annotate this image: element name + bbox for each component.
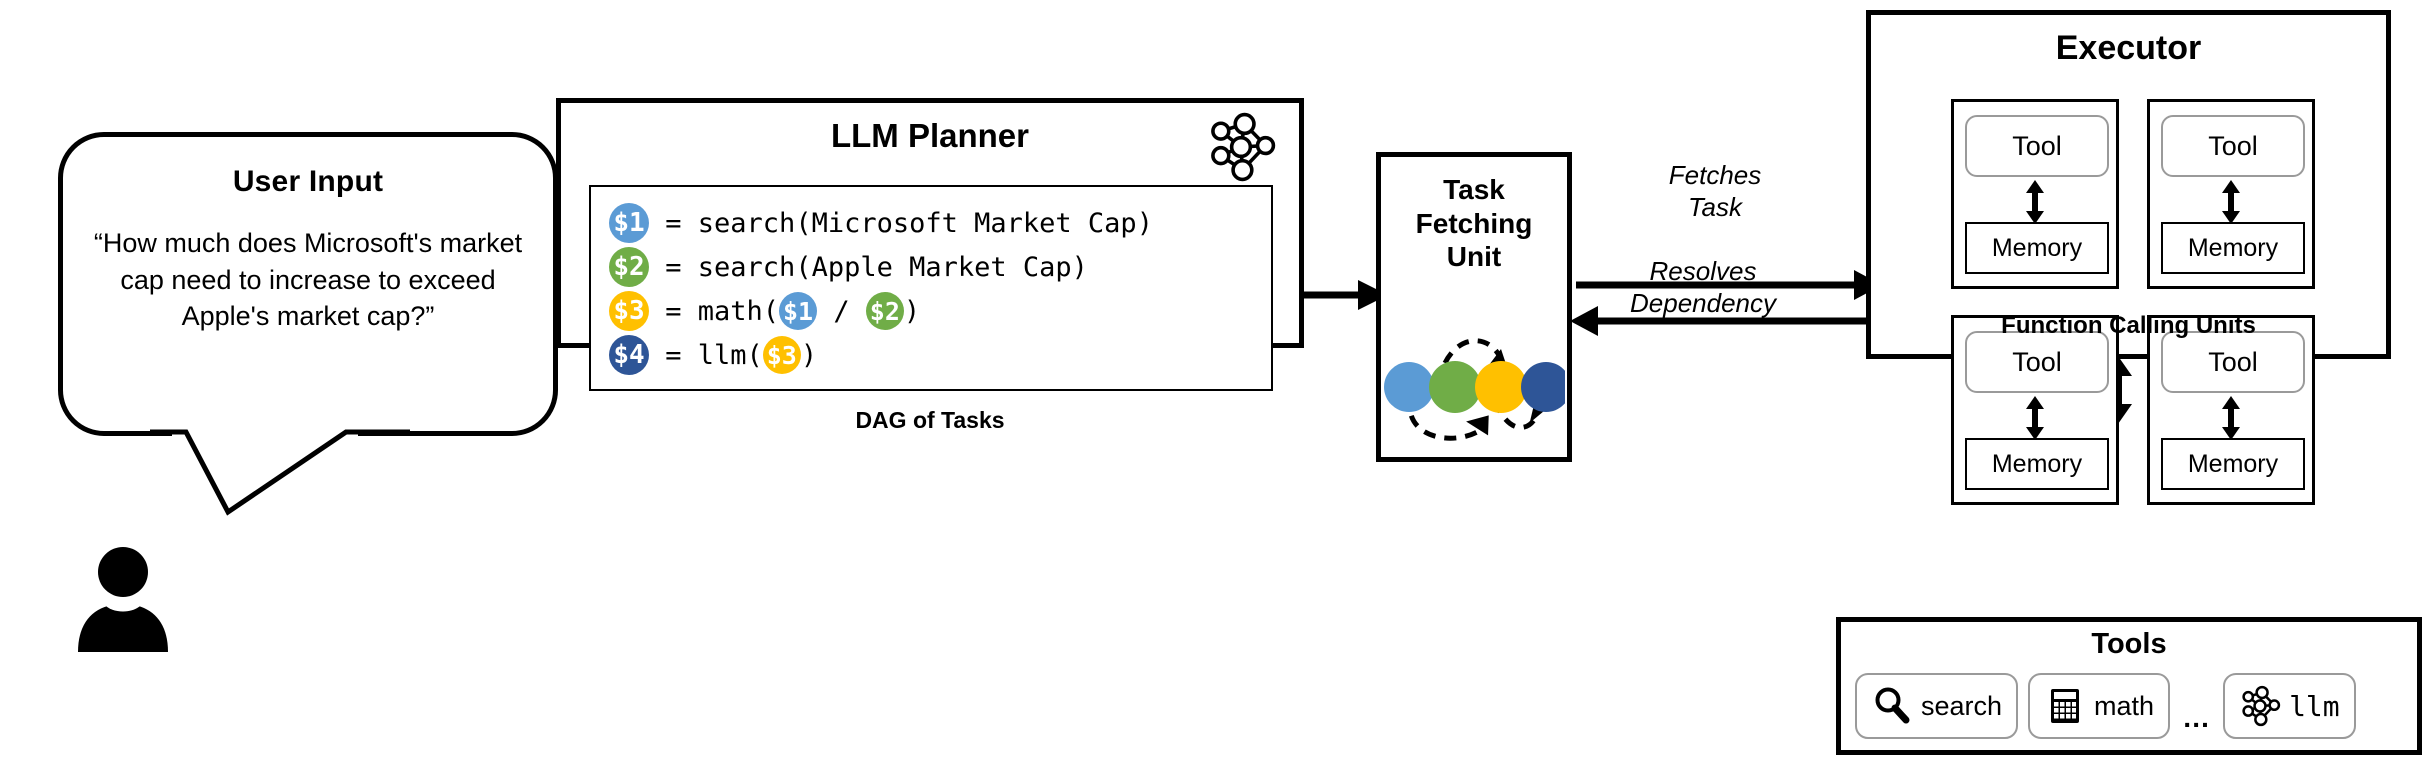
task-node-4 xyxy=(1521,362,1565,412)
plan-line-3: $3 = math( $1 / $2 ) xyxy=(609,289,1271,333)
plan-fn: search( xyxy=(697,251,812,283)
neural-network-icon xyxy=(2242,685,2281,727)
dag-of-tasks-caption: DAG of Tasks xyxy=(855,407,1005,433)
plan-fn: llm( xyxy=(697,339,763,371)
task-node-3 xyxy=(1475,361,1527,413)
plan-eq: = xyxy=(649,339,698,371)
person-icon xyxy=(78,547,168,652)
plan-close: ) xyxy=(903,295,921,327)
plan-var-chip: $4 xyxy=(609,335,649,375)
plan-var-chip: $2 xyxy=(609,247,649,287)
tool-chip[interactable]: Tool xyxy=(1965,115,2109,177)
tool-pill-search[interactable]: search xyxy=(1855,673,2019,739)
plan-var-chip: $1 xyxy=(609,203,649,243)
tfu-title-line: Fetching xyxy=(1415,207,1533,239)
tool-chip[interactable]: Tool xyxy=(1965,331,2109,393)
tool-pill-label: llm xyxy=(2289,689,2340,723)
executor-panel: Executor Tool Memory Tool Memory Tool Me… xyxy=(1866,10,2391,505)
plan-arg-chip: $1 xyxy=(779,292,818,330)
plan-arg-sep: / xyxy=(817,295,866,327)
tfu-title-line: Task xyxy=(1443,174,1505,205)
tool-chip[interactable]: Tool xyxy=(2161,115,2305,177)
plan-fn: search( xyxy=(697,207,812,239)
tool-memory-arrow xyxy=(2026,396,2044,440)
plan-close: ) xyxy=(1071,251,1088,283)
tools-ellipsis: … xyxy=(2182,702,2212,733)
executor-title: Executor xyxy=(2055,29,2202,67)
function-calling-unit: Tool Memory xyxy=(2147,99,2315,289)
plan-eq: = xyxy=(649,295,698,327)
task-node-2 xyxy=(1429,361,1481,413)
plan-eq: = xyxy=(649,207,698,239)
neural-network-icon xyxy=(1211,112,1276,182)
dag-of-tasks-box: $1 = search( Microsoft Market Cap ) $2 =… xyxy=(589,185,1273,391)
plan-var-chip: $3 xyxy=(609,291,649,331)
bubble-tail xyxy=(150,429,410,516)
tool-pill-label: math xyxy=(2094,690,2155,721)
tool-pill-math[interactable]: math xyxy=(2028,673,2171,739)
tool-memory-arrow xyxy=(2222,180,2240,224)
plan-eq: = xyxy=(649,251,698,283)
plan-arg: Apple Market Cap xyxy=(811,251,1072,283)
tool-memory-arrow xyxy=(2222,396,2240,440)
task-node-1 xyxy=(1384,362,1434,412)
plan-line-2: $2 = search( Apple Market Cap ) xyxy=(609,245,1271,289)
magnifier-icon xyxy=(1875,687,1910,724)
function-calling-unit: Tool Memory xyxy=(1951,99,2119,289)
plan-line-1: $1 = search( Microsoft Market Cap ) xyxy=(609,201,1271,245)
task-dependency-graph xyxy=(1384,338,1565,441)
memory-chip[interactable]: Memory xyxy=(2161,438,2305,490)
tools-list: search math … llm xyxy=(1855,670,2403,742)
function-calling-unit: Tool Memory xyxy=(1951,315,2119,505)
plan-fn: math( xyxy=(697,295,780,327)
tfu-title-line: Unit xyxy=(1446,241,1502,273)
function-calling-units-caption: Function Calling Units xyxy=(2001,312,2256,339)
executor-exchange-arrows xyxy=(1570,270,1882,336)
tool-memory-arrow xyxy=(2026,180,2044,224)
llm-planner-title: LLM Planner xyxy=(830,117,1030,154)
tools-title: Tools xyxy=(2091,628,2167,660)
memory-chip[interactable]: Memory xyxy=(1965,438,2109,490)
memory-chip[interactable]: Memory xyxy=(1965,222,2109,274)
task-fetching-unit-panel: Task Fetching Unit xyxy=(1376,152,1572,462)
tools-panel: Tools search math … llm xyxy=(1836,617,2422,755)
function-calling-unit: Tool Memory xyxy=(2147,315,2315,505)
tool-pill-llm[interactable]: llm xyxy=(2223,673,2356,739)
task-fetching-unit-title: Task Fetching Unit xyxy=(1381,173,1567,274)
plan-arg-chip: $2 xyxy=(865,292,904,330)
memory-chip[interactable]: Memory xyxy=(2161,222,2305,274)
user-input-query: “How much does Microsoft's market cap ne… xyxy=(93,228,523,332)
tool-chip[interactable]: Tool xyxy=(2161,331,2305,393)
llm-planner-panel: LLM Planner $1 = search(Microsoft Marke… xyxy=(556,98,1304,433)
plan-line-4: $4 = llm( $3 ) xyxy=(609,333,1271,377)
plan-close: ) xyxy=(1136,207,1153,239)
tool-pill-label: search xyxy=(1921,690,2003,721)
diagram-canvas: User Input “How much does Microsoft's ma… xyxy=(0,0,2423,771)
user-input-bubble: User Input “How much does Microsoft's ma… xyxy=(58,132,558,436)
plan-close: ) xyxy=(800,339,818,371)
calculator-icon xyxy=(2051,689,2080,723)
user-input-title: User Input xyxy=(232,165,384,198)
plan-arg-chip: $3 xyxy=(762,336,801,374)
plan-arg: Microsoft Market Cap xyxy=(811,207,1137,239)
